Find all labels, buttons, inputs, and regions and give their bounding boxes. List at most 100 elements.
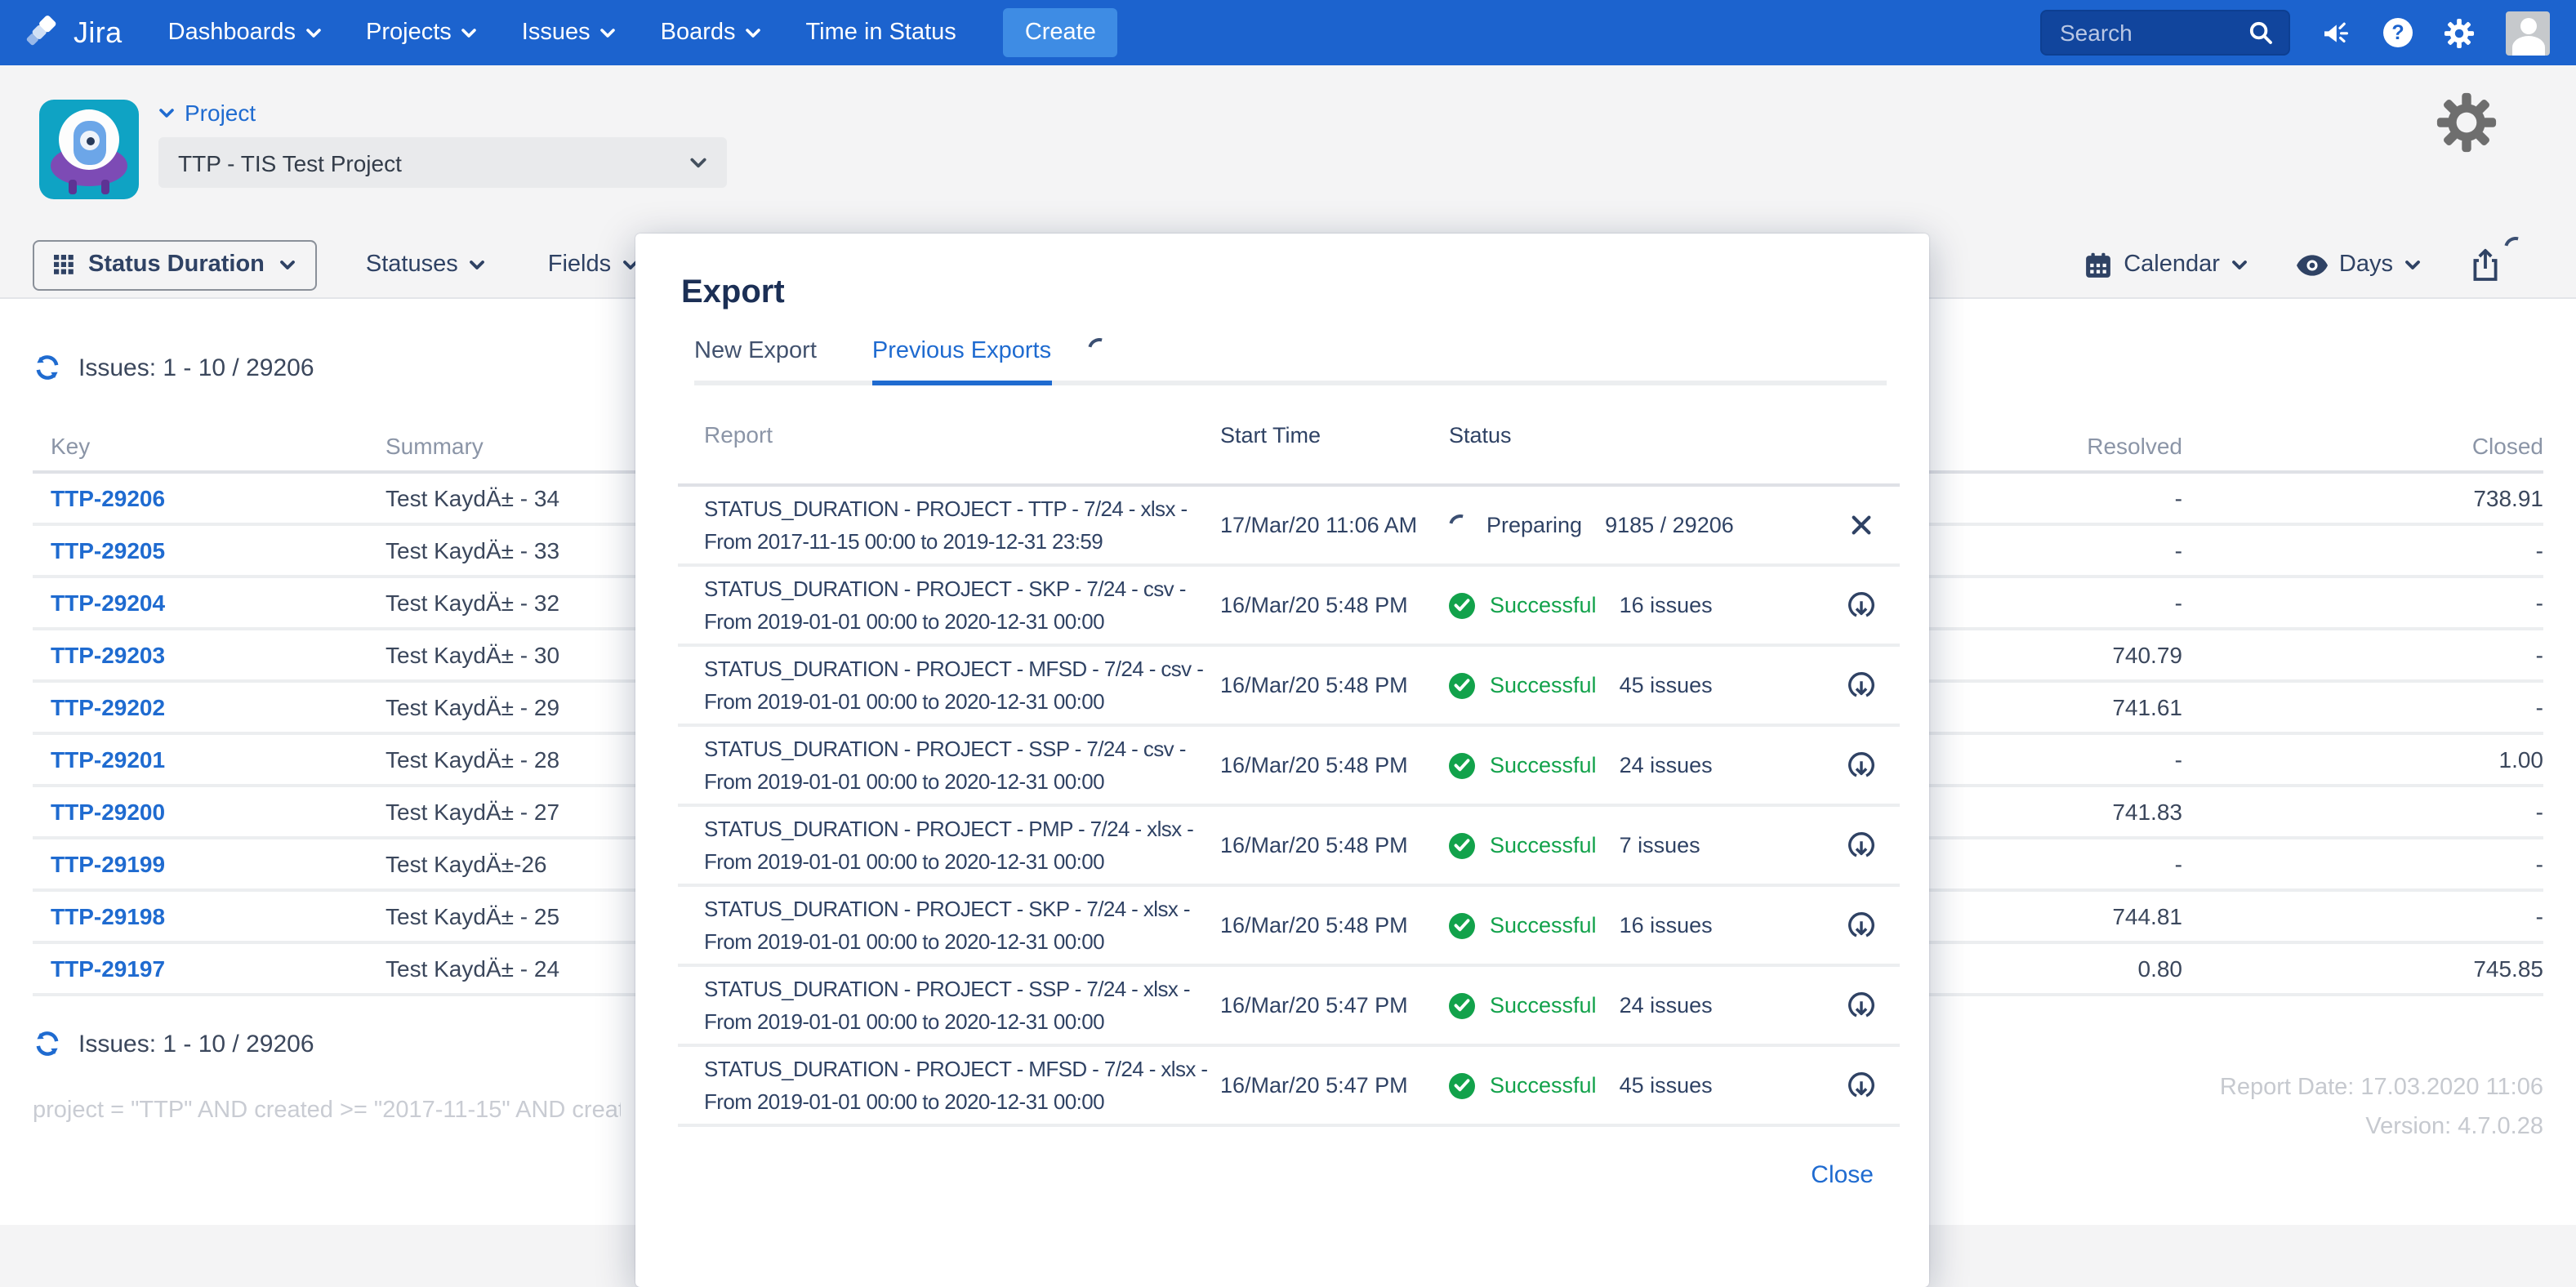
nav-item-label: Boards <box>661 20 736 46</box>
export-action <box>1821 513 1900 537</box>
export-start-time: 16/Mar/20 5:48 PM <box>1220 753 1449 777</box>
issue-closed-value: - <box>2182 799 2543 825</box>
top-navbar: Jira Dashboards Projects Issues Boards T… <box>0 0 2576 65</box>
status-label: Successful <box>1490 673 1597 697</box>
export-row: STATUS_DURATION - PROJECT - SKP - 7/24 -… <box>678 567 1900 647</box>
nav-item-time-in-status[interactable]: Time in Status <box>806 20 956 46</box>
status-label: Successful <box>1490 833 1597 857</box>
status-label: Successful <box>1490 1073 1597 1098</box>
issue-key-link[interactable]: TTP-29199 <box>33 851 386 877</box>
project-settings-gear-icon[interactable] <box>2436 91 2498 154</box>
status-label: Successful <box>1490 993 1597 1018</box>
export-action <box>1821 590 1900 621</box>
nav-item-boards[interactable]: Boards <box>661 20 762 46</box>
settings-gear-icon[interactable] <box>2444 17 2475 48</box>
issue-key-link[interactable]: TTP-29204 <box>33 590 386 616</box>
export-report-name: STATUS_DURATION - PROJECT - SSP - 7/24 -… <box>678 973 1220 1038</box>
modal-tabs: New Export Previous Exports <box>694 338 1887 385</box>
column-header-start-time: Start Time <box>1220 422 1449 447</box>
nav-item-dashboards[interactable]: Dashboards <box>168 20 322 46</box>
download-icon[interactable] <box>1845 1070 1876 1101</box>
issue-resolved-value: 740.79 <box>1921 642 2182 668</box>
project-header: Project TTP - TIS Test Project <box>0 65 2576 232</box>
tab-new-export[interactable]: New Export <box>694 338 817 381</box>
export-start-time: 16/Mar/20 5:47 PM <box>1220 1073 1449 1098</box>
nav-item-label: Issues <box>522 20 591 46</box>
report-line-2: From 2019-01-01 00:00 to 2020-12-31 00:0… <box>704 1005 1220 1038</box>
export-status: Successful 16 issues <box>1449 592 1821 618</box>
export-icon[interactable] <box>2470 247 2501 282</box>
create-button[interactable]: Create <box>1004 8 1117 57</box>
report-date: Report Date: 17.03.2020 11:06 <box>2220 1068 2543 1107</box>
status-detail: 16 issues <box>1620 593 1713 617</box>
eye-icon <box>2297 254 2328 275</box>
issue-key-link[interactable]: TTP-29206 <box>33 485 386 511</box>
cancel-export-icon[interactable] <box>1848 513 1873 537</box>
project-breadcrumb[interactable]: Project <box>158 100 727 126</box>
issue-resolved-value: - <box>1921 851 2182 877</box>
export-row: STATUS_DURATION - PROJECT - SSP - 7/24 -… <box>678 727 1900 807</box>
tab-previous-exports[interactable]: Previous Exports <box>872 338 1051 385</box>
app-version: Version: 4.7.0.28 <box>2220 1107 2543 1147</box>
tab-loading-spinner <box>1083 334 1114 365</box>
avatar-pupil <box>86 136 94 145</box>
help-icon[interactable]: ? <box>2383 18 2413 47</box>
export-status: Successful 16 issues <box>1449 912 1821 938</box>
report-line-1: STATUS_DURATION - PROJECT - MFSD - 7/24 … <box>704 652 1220 685</box>
modal-close-button[interactable]: Close <box>1811 1161 1874 1189</box>
report-line-1: STATUS_DURATION - PROJECT - TTP - 7/24 -… <box>704 492 1220 525</box>
export-start-time: 17/Mar/20 11:06 AM <box>1220 513 1449 537</box>
jira-logo[interactable]: Jira <box>26 15 123 51</box>
modal-title: Export <box>635 234 1929 312</box>
download-icon[interactable] <box>1845 750 1876 781</box>
export-row: STATUS_DURATION - PROJECT - MFSD - 7/24 … <box>678 647 1900 727</box>
issue-key-link[interactable]: TTP-29197 <box>33 955 386 982</box>
nav-item-issues[interactable]: Issues <box>522 20 617 46</box>
issue-resolved-value: 744.81 <box>1921 903 2182 929</box>
column-header-closed: Closed <box>2182 433 2543 459</box>
issue-key-link[interactable]: TTP-29205 <box>33 537 386 563</box>
download-icon[interactable] <box>1845 670 1876 701</box>
chevron-down-icon <box>2404 259 2421 270</box>
issue-key-link[interactable]: TTP-29202 <box>33 694 386 720</box>
column-header-key: Key <box>33 433 386 459</box>
search-box[interactable] <box>2040 10 2290 56</box>
download-icon[interactable] <box>1845 990 1876 1021</box>
project-select[interactable]: TTP - TIS Test Project <box>158 137 727 188</box>
download-icon[interactable] <box>1845 830 1876 861</box>
issue-closed-value: - <box>2182 851 2543 877</box>
nav-item-label: Time in Status <box>806 20 956 46</box>
statuses-label: Statuses <box>366 252 458 278</box>
days-menu[interactable]: Days <box>2297 252 2421 278</box>
issue-key-link[interactable]: TTP-29198 <box>33 903 386 929</box>
status-detail: 45 issues <box>1620 673 1713 697</box>
calendar-menu[interactable]: Calendar <box>2084 251 2248 278</box>
refresh-icon[interactable] <box>33 353 62 382</box>
report-line-1: STATUS_DURATION - PROJECT - SSP - 7/24 -… <box>704 973 1220 1005</box>
export-row: STATUS_DURATION - PROJECT - MFSD - 7/24 … <box>678 1047 1900 1127</box>
success-check-icon <box>1449 992 1475 1018</box>
question-mark: ? <box>2383 18 2413 47</box>
issue-key-link[interactable]: TTP-29201 <box>33 746 386 773</box>
announcements-icon[interactable] <box>2321 18 2352 47</box>
issue-key-link[interactable]: TTP-29203 <box>33 642 386 668</box>
fields-menu[interactable]: Fields <box>548 252 639 278</box>
download-icon[interactable] <box>1845 910 1876 941</box>
download-icon[interactable] <box>1845 590 1876 621</box>
user-avatar[interactable] <box>2506 11 2550 55</box>
issue-key-link[interactable]: TTP-29200 <box>33 799 386 825</box>
issue-closed-value: - <box>2182 642 2543 668</box>
report-line-1: STATUS_DURATION - PROJECT - PMP - 7/24 -… <box>704 813 1220 845</box>
view-type-button[interactable]: Status Duration <box>33 239 317 290</box>
success-check-icon <box>1449 832 1475 858</box>
export-status: Successful 45 issues <box>1449 672 1821 698</box>
export-row: STATUS_DURATION - PROJECT - SSP - 7/24 -… <box>678 967 1900 1047</box>
jira-logo-icon <box>26 15 62 51</box>
export-row: STATUS_DURATION - PROJECT - PMP - 7/24 -… <box>678 807 1900 887</box>
refresh-icon[interactable] <box>33 1029 62 1058</box>
search-icon[interactable] <box>2248 20 2274 46</box>
nav-item-projects[interactable]: Projects <box>366 20 478 46</box>
statuses-menu[interactable]: Statuses <box>366 252 486 278</box>
search-input[interactable] <box>2057 18 2236 47</box>
status-label: Preparing <box>1486 513 1582 537</box>
